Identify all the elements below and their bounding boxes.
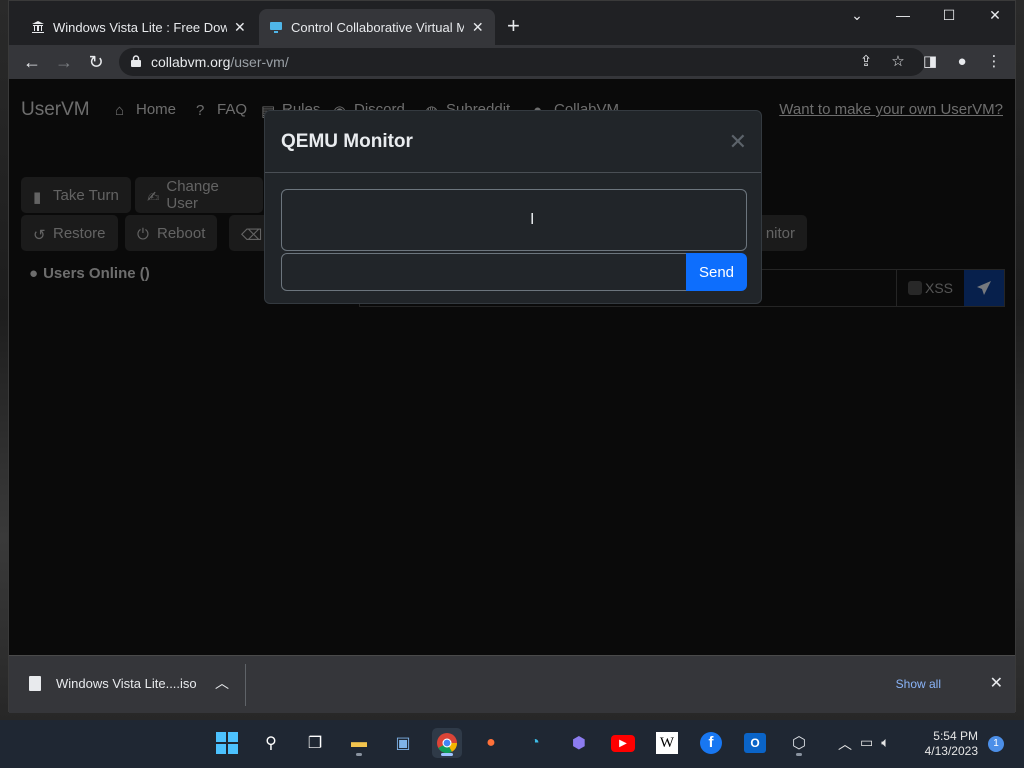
menu-kebab-icon[interactable]: ⋮ [983, 51, 1005, 73]
clock-date: 4/13/2023 [924, 744, 978, 758]
web-page: UserVM ⌂Home ?FAQ ▤Rules ◉Discord ◍Subre… [9, 79, 1015, 655]
divider [245, 664, 246, 706]
task-view-icon[interactable]: ❐ [300, 728, 330, 758]
clock[interactable]: 5:54 PM 4/13/2023 [920, 729, 978, 759]
notification-badge[interactable]: 1 [988, 736, 1004, 752]
tab-search-icon[interactable]: ⌄ [847, 7, 867, 24]
outlook-icon[interactable]: O [740, 728, 770, 758]
url-text[interactable]: collabvm.org/user-vm/ [151, 54, 289, 70]
monitor-command-input[interactable] [281, 253, 687, 291]
edge-icon[interactable]: ◔ [520, 728, 550, 758]
close-icon[interactable]: ✕ [990, 673, 1003, 693]
browser-window: Windows Vista Lite : Free Downlo ✕ Contr… [8, 0, 1016, 713]
running-indicator [441, 753, 453, 756]
back-icon[interactable]: ← [21, 51, 43, 73]
modal-header: QEMU Monitor ✕ [265, 111, 761, 173]
forward-icon[interactable]: → [53, 51, 75, 73]
close-tab-icon[interactable]: ✕ [470, 19, 485, 36]
profile-icon[interactable]: ● [951, 51, 973, 73]
monitor-icon [270, 22, 282, 33]
taskbar: ⚲ ❐ ▬ ▣ ● ◔ ⬢ ▶ W f O ⬡ ︿ ▭ 🔈︎ 5:54 PM 4… [0, 720, 1024, 768]
desktop: Windows Vista Lite : Free Downlo ✕ Contr… [0, 0, 1024, 768]
download-item[interactable]: Windows Vista Lite....iso [29, 676, 197, 691]
side-panel-icon[interactable]: ◨ [919, 51, 941, 73]
modal-title: QEMU Monitor [281, 131, 413, 152]
minimize-button[interactable]: — [893, 7, 913, 23]
close-window-button[interactable]: ✕ [985, 7, 1005, 24]
chrome-logo-icon [437, 733, 458, 754]
windows-logo-icon [216, 732, 238, 754]
browser-toolbar: ← → ↻ collabvm.org/user-vm/ ⇪ ☆ ◨ ● ⋮ [9, 45, 1015, 79]
show-all-button[interactable]: Show all [896, 677, 941, 691]
reload-icon[interactable]: ↻ [85, 51, 107, 73]
qemu-monitor-modal: QEMU Monitor ✕ I Send [264, 110, 762, 304]
running-indicator [796, 753, 802, 756]
text-cursor-icon: I [530, 211, 535, 228]
clipchamp-icon[interactable]: ⬢ [564, 728, 594, 758]
url-path: /user-vm/ [230, 54, 289, 70]
firefox-icon[interactable]: ● [476, 728, 506, 758]
monitor-output-textarea[interactable] [281, 189, 747, 251]
virtualbox-icon[interactable]: ⬡ [784, 728, 814, 758]
tab-title: Windows Vista Lite : Free Downlo [53, 19, 227, 35]
archive-icon [32, 21, 44, 33]
search-icon[interactable]: ⚲ [256, 728, 286, 758]
bookmark-star-icon[interactable]: ☆ [889, 53, 907, 71]
download-bar: Windows Vista Lite....iso ︿ Show all ✕ [9, 655, 1015, 713]
file-explorer-icon[interactable]: ▬ [344, 728, 374, 758]
windows-start-icon[interactable] [212, 728, 242, 758]
chevron-up-icon[interactable]: ︿ [838, 734, 852, 754]
system-tray: ︿ ▭ 🔈︎ [838, 734, 890, 754]
file-icon [29, 676, 41, 691]
monitor-send-button[interactable]: Send [686, 253, 747, 291]
wikipedia-icon[interactable]: W [652, 728, 682, 758]
lock-icon[interactable] [131, 55, 141, 67]
tab-strip: Windows Vista Lite : Free Downlo ✕ Contr… [9, 1, 1015, 45]
maximize-button[interactable]: ☐ [939, 7, 959, 24]
close-tab-icon[interactable]: ✕ [233, 19, 247, 36]
tab-windows-vista-lite[interactable]: Windows Vista Lite : Free Downlo ✕ [21, 9, 257, 45]
tab-collabvm[interactable]: Control Collaborative Virtual Mac ✕ [259, 9, 495, 45]
share-icon[interactable]: ⇪ [857, 53, 875, 71]
volume-icon[interactable]: 🔈︎ [881, 734, 889, 754]
close-icon[interactable]: ✕ [729, 129, 747, 155]
download-filename: Windows Vista Lite....iso [56, 676, 197, 691]
running-indicator [356, 753, 362, 756]
clock-time: 5:54 PM [933, 729, 978, 743]
chevron-up-icon[interactable]: ︿ [215, 673, 229, 693]
youtube-icon[interactable]: ▶ [608, 728, 638, 758]
chrome-icon[interactable] [432, 728, 462, 758]
tab-title: Control Collaborative Virtual Mac [291, 19, 465, 35]
new-tab-button[interactable]: + [507, 15, 520, 37]
facebook-icon[interactable]: f [696, 728, 726, 758]
address-bar[interactable]: collabvm.org/user-vm/ ⇪ ☆ [119, 48, 925, 76]
url-host: collabvm.org [151, 54, 231, 70]
network-icon[interactable]: ▭ [860, 734, 873, 754]
microsoft-store-icon[interactable]: ▣ [388, 728, 418, 758]
